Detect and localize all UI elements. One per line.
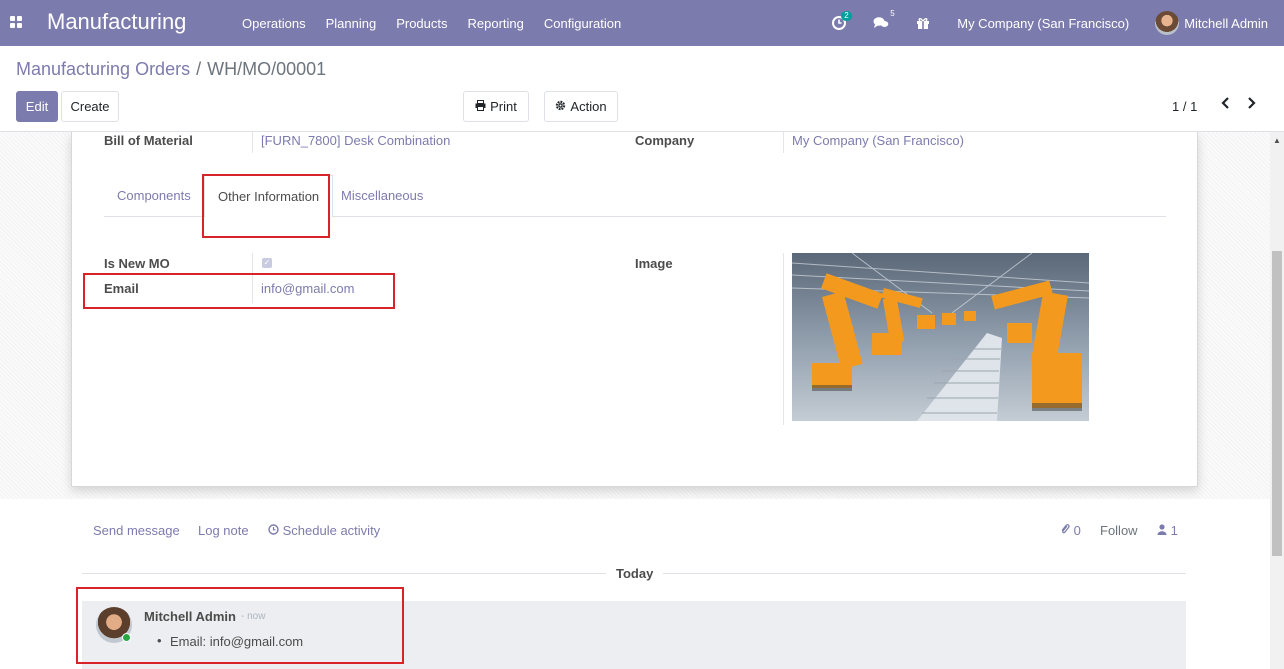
product-image[interactable] bbox=[792, 253, 1089, 421]
schedule-activity-button[interactable]: Schedule activity bbox=[268, 523, 380, 538]
clock-o-icon bbox=[268, 523, 279, 538]
user-icon bbox=[1157, 523, 1167, 538]
message-count-badge: 5 bbox=[890, 9, 895, 18]
menu-products[interactable]: Products bbox=[386, 16, 457, 31]
menu-operations[interactable]: Operations bbox=[232, 16, 316, 31]
breadcrumb-manufacturing-orders[interactable]: Manufacturing Orders bbox=[16, 59, 190, 79]
print-button[interactable]: Print bbox=[463, 91, 529, 122]
tab-components[interactable]: Components bbox=[104, 175, 204, 217]
user-avatar bbox=[1155, 11, 1180, 35]
comments-icon[interactable]: 5 bbox=[873, 9, 895, 31]
image-label: Image bbox=[635, 256, 673, 271]
pager-value[interactable]: 1 / 1 bbox=[1172, 99, 1197, 114]
company-switcher[interactable]: My Company (San Francisco) bbox=[957, 16, 1129, 31]
attachments-button[interactable]: 0 bbox=[1060, 523, 1081, 538]
breadcrumb-separator: / bbox=[196, 59, 202, 79]
user-name: Mitchell Admin bbox=[1184, 15, 1268, 31]
chevron-right-icon[interactable] bbox=[1247, 96, 1257, 115]
chevron-left-icon[interactable] bbox=[1220, 96, 1230, 115]
followers-button[interactable]: 1 bbox=[1157, 523, 1178, 538]
breadcrumb: Manufacturing Orders / WH/MO/00001 bbox=[16, 59, 326, 80]
send-message-button[interactable]: Send message bbox=[93, 523, 180, 538]
create-button[interactable]: Create bbox=[61, 91, 119, 122]
breadcrumb-current: WH/MO/00001 bbox=[207, 59, 327, 79]
app-brand[interactable]: Manufacturing bbox=[47, 9, 186, 35]
date-separator: Today bbox=[616, 566, 654, 581]
bom-field[interactable]: [FURN_7800] Desk Combination bbox=[261, 133, 450, 148]
edit-button[interactable]: Edit bbox=[16, 91, 58, 122]
company-field[interactable]: My Company (San Francisco) bbox=[792, 133, 964, 148]
gear-icon bbox=[555, 100, 566, 114]
highlight-email bbox=[83, 273, 395, 309]
tab-miscellaneous[interactable]: Miscellaneous bbox=[328, 175, 436, 217]
scroll-up-arrow-icon[interactable]: ▲ bbox=[1273, 136, 1281, 145]
apps-menu-icon[interactable] bbox=[10, 16, 22, 28]
highlight-message bbox=[76, 587, 404, 664]
menu-configuration[interactable]: Configuration bbox=[534, 16, 631, 31]
navbar-systray: 2 5 My Company (San Francisco) Mitchell … bbox=[831, 0, 1268, 46]
bom-label: Bill of Material bbox=[104, 133, 193, 148]
follow-button[interactable]: Follow bbox=[1100, 523, 1138, 538]
is-new-mo-label: Is New MO bbox=[104, 256, 170, 271]
control-panel: Manufacturing Orders / WH/MO/00001 Edit Cr… bbox=[0, 46, 1284, 132]
user-menu[interactable]: Mitchell Admin bbox=[1155, 11, 1268, 35]
gift-icon[interactable] bbox=[915, 15, 931, 31]
print-label: Print bbox=[490, 99, 517, 114]
action-button[interactable]: Action bbox=[544, 91, 618, 122]
followers-count: 1 bbox=[1170, 523, 1178, 538]
paperclip-icon bbox=[1060, 523, 1070, 538]
top-navbar: Manufacturing Operations Planning Produc… bbox=[0, 0, 1284, 46]
schedule-activity-label: Schedule activity bbox=[282, 523, 381, 538]
attachments-count: 0 bbox=[1073, 523, 1081, 538]
company-label: Company bbox=[635, 133, 695, 148]
main-menu: Operations Planning Products Reporting C… bbox=[232, 0, 631, 46]
activity-clock-icon[interactable]: 2 bbox=[831, 11, 852, 31]
vertical-scrollbar[interactable]: ▲ bbox=[1270, 132, 1284, 669]
is-new-mo-checkbox[interactable]: ✓ bbox=[262, 258, 272, 268]
activity-count-badge: 2 bbox=[841, 11, 852, 21]
print-icon bbox=[475, 99, 486, 114]
action-label: Action bbox=[570, 99, 607, 114]
highlight-tab bbox=[202, 174, 330, 238]
scroll-thumb[interactable] bbox=[1272, 251, 1282, 556]
log-note-button[interactable]: Log note bbox=[198, 523, 249, 538]
menu-reporting[interactable]: Reporting bbox=[458, 16, 534, 31]
form-content: Bill of Material [FURN_7800] Desk Combin… bbox=[0, 132, 1270, 669]
menu-planning[interactable]: Planning bbox=[316, 16, 387, 31]
